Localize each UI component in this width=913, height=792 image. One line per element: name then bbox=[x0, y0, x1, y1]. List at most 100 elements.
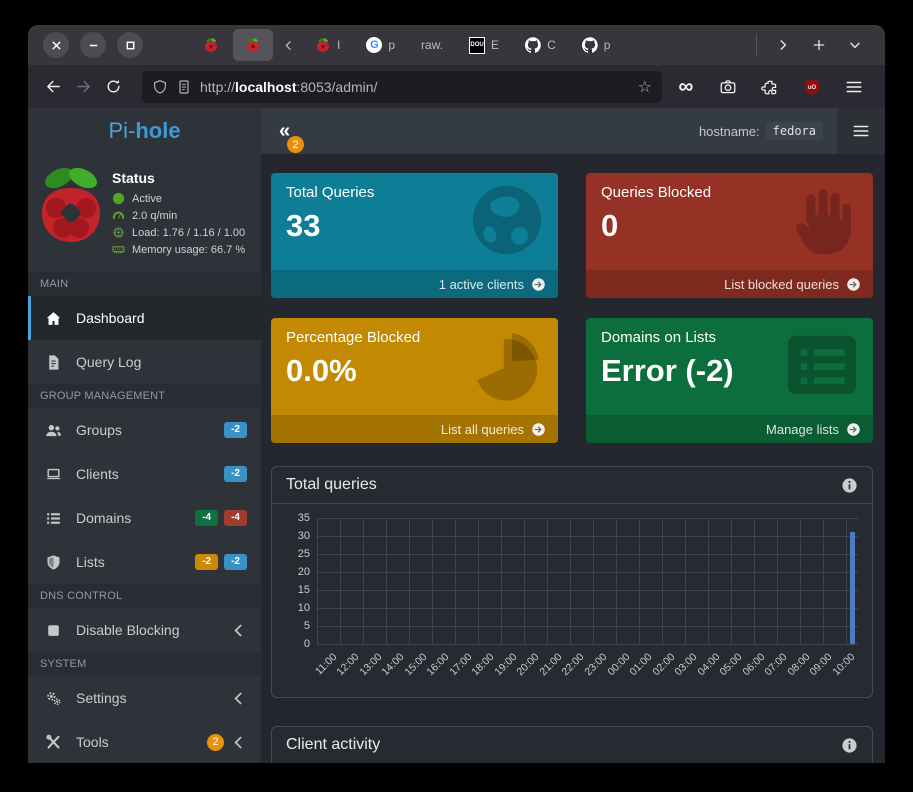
info-icon[interactable] bbox=[841, 737, 858, 754]
forward-button[interactable] bbox=[68, 72, 98, 102]
tab-strip: IGp raw. DOUECp bbox=[191, 29, 622, 61]
new-tab-button[interactable] bbox=[805, 31, 833, 59]
url-bar[interactable]: http://localhost:8053/admin/ ☆ bbox=[142, 71, 662, 103]
arrow-circle-right-icon bbox=[531, 422, 546, 437]
sidebar-section-header: MAIN bbox=[28, 272, 261, 296]
gauge-icon bbox=[112, 209, 125, 222]
scroll-tabs-right-button[interactable] bbox=[769, 31, 797, 59]
arrow-circle-right-icon bbox=[531, 277, 546, 292]
containers-button[interactable]: ∞ bbox=[671, 72, 701, 102]
back-button[interactable] bbox=[38, 72, 68, 102]
pihole-menu-button[interactable] bbox=[837, 108, 885, 154]
github-favicon bbox=[582, 37, 598, 53]
sidebar-item-clients[interactable]: Clients-2 bbox=[28, 452, 261, 496]
hand-icon bbox=[783, 181, 861, 259]
tab-title: E bbox=[491, 38, 499, 52]
google-favicon: G bbox=[366, 37, 382, 53]
card-percentage-blocked: Percentage Blocked0.0%List all queries bbox=[271, 318, 558, 443]
sidebar-item-dashboard[interactable]: Dashboard bbox=[28, 296, 261, 340]
ublock-button[interactable]: uO bbox=[797, 72, 827, 102]
panel-title: Total queries bbox=[286, 476, 377, 494]
card-footer-link[interactable]: 1 active clients bbox=[271, 270, 558, 298]
sidebar-item-extras: -2-2 bbox=[195, 554, 247, 570]
pihole-favicon bbox=[203, 37, 219, 53]
x-tick-label: 03:00 bbox=[673, 651, 700, 678]
browser-toolbar: http://localhost:8053/admin/ ☆ ∞ uO bbox=[28, 65, 885, 108]
sidebar-item-tools[interactable]: Tools2 bbox=[28, 720, 261, 763]
screenshot-button[interactable] bbox=[713, 72, 743, 102]
maximize-window-button[interactable] bbox=[117, 32, 143, 58]
extensions-button[interactable] bbox=[755, 72, 785, 102]
screenshot-stage: IGp raw. DOUECp http://localhost:8053/admi… bbox=[0, 0, 913, 792]
pihole-app: Pi-hole « 2 hostname: fedora S bbox=[28, 108, 885, 763]
sidebar-item-disable-blocking[interactable]: Disable Blocking bbox=[28, 608, 261, 652]
update-badge: 2 bbox=[287, 136, 304, 153]
sidebar-item-domains[interactable]: Domains-4-4 bbox=[28, 496, 261, 540]
tab[interactable]: C bbox=[513, 29, 568, 61]
status-row: Load: 1.76 / 1.16 / 1.00 bbox=[112, 226, 245, 239]
tab[interactable]: Gp bbox=[354, 29, 407, 61]
reload-button[interactable] bbox=[98, 72, 128, 102]
x-tick-label: 12:00 bbox=[334, 651, 361, 678]
sidebar-item-lists[interactable]: Lists-2-2 bbox=[28, 540, 261, 584]
chevron-left-icon bbox=[282, 39, 295, 52]
page-info-icon[interactable] bbox=[176, 79, 192, 95]
laptop-icon bbox=[45, 466, 62, 483]
y-tick-label: 20 bbox=[298, 566, 310, 578]
sidebar-item-query-log[interactable]: Query Log bbox=[28, 340, 261, 384]
card-footer-link[interactable]: List all queries bbox=[271, 415, 558, 443]
card-footer-label: 1 active clients bbox=[439, 277, 524, 292]
sidebar-item-settings[interactable]: Settings bbox=[28, 676, 261, 720]
sidebar-item-label: Tools bbox=[76, 734, 109, 750]
card-footer-link[interactable]: Manage lists bbox=[586, 415, 873, 443]
tools-icon bbox=[45, 734, 62, 751]
status-block: Status Active2.0 q/minLoad: 1.76 / 1.16 … bbox=[112, 164, 245, 260]
x-tick-label: 04:00 bbox=[695, 651, 722, 678]
tab[interactable]: I bbox=[303, 29, 352, 61]
card-footer-link[interactable]: List blocked queries bbox=[586, 270, 873, 298]
maximize-icon bbox=[125, 40, 136, 51]
x-tick-label: 01:00 bbox=[628, 651, 655, 678]
bookmark-star-icon[interactable]: ☆ bbox=[638, 77, 652, 97]
info-icon[interactable] bbox=[841, 477, 858, 494]
status-text: Active bbox=[132, 193, 162, 205]
count-badge: -2 bbox=[195, 554, 218, 570]
tab[interactable]: DOUE bbox=[457, 29, 511, 61]
count-badge: -2 bbox=[224, 466, 247, 482]
minimize-icon bbox=[88, 40, 99, 51]
tab[interactable]: raw. bbox=[409, 29, 455, 61]
chevron-left-icon bbox=[230, 622, 247, 639]
sidebar-item-label: Dashboard bbox=[76, 310, 145, 326]
status-row: Memory usage: 66.7 % bbox=[112, 243, 245, 256]
sidebar-item-label: Groups bbox=[76, 422, 122, 438]
main-content: Total Queries331 active clientsQueries B… bbox=[261, 154, 885, 763]
query-bar bbox=[850, 532, 855, 644]
active-tab[interactable] bbox=[233, 29, 273, 61]
tab-title: raw. bbox=[421, 38, 443, 52]
sidebar-item-label: Domains bbox=[76, 510, 131, 526]
panel-title: Client activity bbox=[286, 736, 380, 754]
browser-menu-button[interactable] bbox=[839, 72, 869, 102]
x-tick-label: 18:00 bbox=[470, 651, 497, 678]
sidebar-item-groups[interactable]: Groups-2 bbox=[28, 408, 261, 452]
y-tick-label: 25 bbox=[298, 548, 310, 560]
close-window-button[interactable] bbox=[43, 32, 69, 58]
card-queries-blocked: Queries Blocked0List blocked queries bbox=[586, 173, 873, 298]
tab[interactable] bbox=[191, 29, 231, 61]
sidebar-item-extras bbox=[230, 622, 247, 639]
minimize-window-button[interactable] bbox=[80, 32, 106, 58]
card-footer-label: List blocked queries bbox=[724, 277, 839, 292]
sidebar-brand: Status Active2.0 q/minLoad: 1.76 / 1.16 … bbox=[28, 154, 261, 272]
browser-window: IGp raw. DOUECp http://localhost:8053/admi… bbox=[28, 25, 885, 763]
pihole-logo[interactable]: Pi-hole bbox=[28, 108, 261, 154]
tracking-shield-icon[interactable] bbox=[152, 79, 168, 95]
sidebar-section-header: GROUP MANAGEMENT bbox=[28, 384, 261, 408]
x-tick-label: 08:00 bbox=[785, 651, 812, 678]
x-axis: 11:0012:0013:0014:0015:0016:0017:0018:00… bbox=[317, 645, 858, 691]
scroll-tabs-left-button[interactable] bbox=[275, 32, 301, 58]
list-all-tabs-button[interactable] bbox=[841, 31, 869, 59]
y-tick-label: 5 bbox=[304, 620, 310, 632]
tab[interactable]: p bbox=[570, 29, 623, 61]
client-activity-panel: Client activity bbox=[271, 726, 873, 763]
x-tick-label: 15:00 bbox=[402, 651, 429, 678]
